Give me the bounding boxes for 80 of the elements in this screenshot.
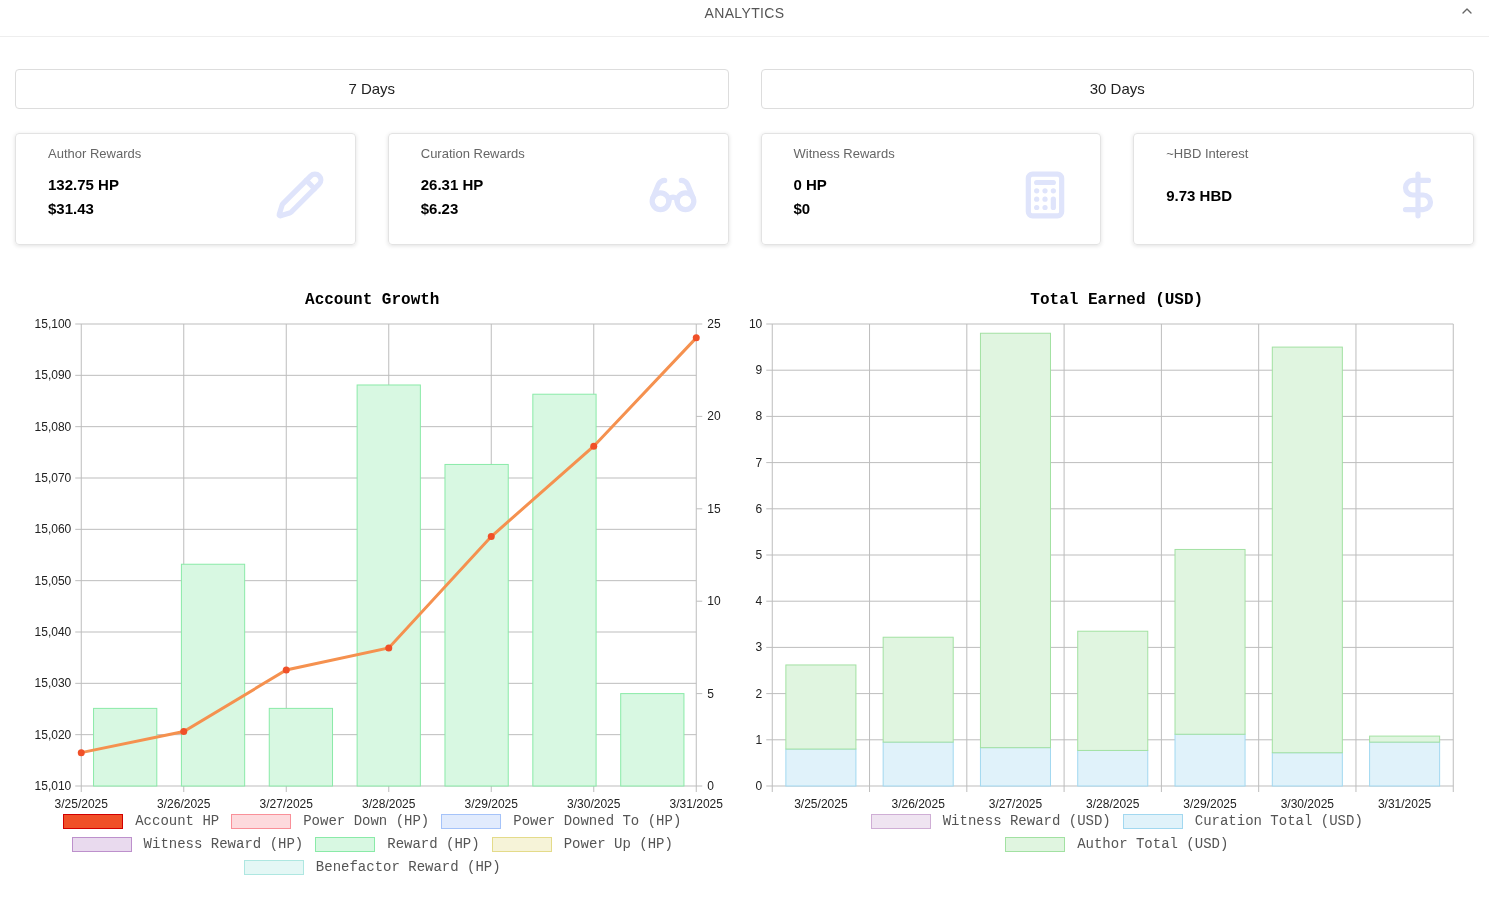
legend-label[interactable]: Power Downed To (HP)	[513, 812, 682, 830]
tick-label: 3/26/2025	[157, 797, 211, 808]
chart-title: Total Earned (USD)	[1029, 290, 1205, 311]
tick-label: 3/30/2025	[1280, 797, 1334, 808]
tick-label: 15,080	[34, 419, 72, 434]
tick-label: 7	[755, 455, 762, 470]
tick-label: 3/31/2025	[669, 797, 723, 808]
tick-label: 2	[755, 686, 762, 701]
tick-label: 20	[707, 409, 721, 424]
tick-label: 15	[707, 501, 721, 516]
tick-label: 3/31/2025	[1377, 797, 1431, 808]
tick-label: 3/26/2025	[891, 797, 945, 808]
tick-label: 15,070	[34, 471, 72, 485]
legend-label[interactable]: Power Down (HP)	[303, 812, 430, 830]
legend-swatch[interactable]	[441, 813, 502, 829]
point	[180, 728, 188, 736]
pencil-icon	[274, 170, 325, 220]
tick-label: 6	[755, 501, 762, 516]
tick-label: 15,020	[34, 727, 72, 742]
card-value: $6.23	[420, 198, 460, 219]
tick-label: 9	[755, 363, 762, 378]
card-value: $31.43	[48, 198, 95, 219]
section-title: ANALYTICS	[704, 3, 785, 23]
legend-swatch[interactable]	[71, 836, 132, 852]
point	[487, 533, 495, 541]
tick-label: 3/27/2025	[259, 797, 313, 808]
card-value: 26.31 HP	[420, 174, 485, 195]
tick-label: 10	[748, 317, 762, 331]
tick-label: 3/28/2025	[1085, 797, 1139, 808]
legend-label[interactable]: Witness Reward (USD)	[942, 812, 1111, 830]
tick-label: 0	[707, 779, 714, 793]
legend-label[interactable]: Curation Total (USD)	[1194, 812, 1363, 830]
tick-label: 4	[755, 594, 762, 609]
legend-label[interactable]: Power Up (HP)	[563, 835, 673, 853]
tick-label: 15,040	[34, 625, 72, 639]
legend-swatch[interactable]	[231, 813, 292, 829]
tick-label: 0	[755, 779, 762, 793]
tick-label: 15,010	[34, 779, 72, 793]
point	[77, 749, 85, 757]
tick-label: 5	[755, 548, 762, 562]
chart-title: Account Growth	[304, 290, 441, 311]
tick-label: 5	[707, 686, 714, 701]
tick-label: 15,100	[34, 317, 72, 331]
legend-label[interactable]: Witness Reward (HP)	[143, 835, 304, 853]
legend-swatch[interactable]	[63, 813, 124, 829]
period-button[interactable]: 30 Days	[760, 69, 1474, 109]
tick-label: 3/25/2025	[54, 797, 108, 808]
tick-label: 8	[755, 409, 762, 424]
legend-swatch[interactable]	[870, 813, 931, 829]
tick-label: 3/29/2025	[464, 797, 518, 808]
tick-label: 3/27/2025	[988, 797, 1042, 808]
tick-label: 10	[707, 594, 721, 609]
legend-label[interactable]: Reward (HP)	[387, 835, 480, 853]
tick-label: 15,030	[34, 676, 72, 691]
point	[385, 644, 393, 652]
tick-label: 3/25/2025	[793, 797, 848, 808]
point	[590, 442, 598, 450]
tick-label: 3	[755, 640, 762, 655]
card-value: 0 HP	[793, 174, 828, 195]
tick-label: 3/30/2025	[567, 797, 621, 808]
tick-label: 15,060	[34, 522, 72, 537]
tick-label: 3/29/2025	[1182, 797, 1237, 808]
period-button[interactable]: 7 Days	[15, 69, 729, 109]
card-value: 9.73 HBD	[1166, 185, 1234, 206]
point	[692, 334, 700, 342]
legend-label[interactable]: Author Total (USD)	[1077, 835, 1229, 853]
card-title: Curation Rewards	[420, 145, 526, 163]
card-value: $0	[793, 198, 812, 219]
legend-label[interactable]: Benefactor Reward (HP)	[315, 858, 501, 876]
card-value: 132.75 HP	[48, 174, 120, 195]
point	[282, 666, 290, 674]
tick-label: 3/28/2025	[362, 797, 416, 808]
tick-label: 25	[707, 317, 721, 331]
card-title: ~HBD Interest	[1166, 145, 1250, 163]
card-title: Author Rewards	[48, 145, 143, 163]
tick-label: 15,090	[34, 368, 72, 383]
legend-label[interactable]: Account HP	[135, 812, 220, 830]
card-title: Witness Rewards	[793, 145, 896, 163]
tick-label: 15,050	[34, 573, 72, 588]
tick-label: 1	[755, 732, 762, 747]
